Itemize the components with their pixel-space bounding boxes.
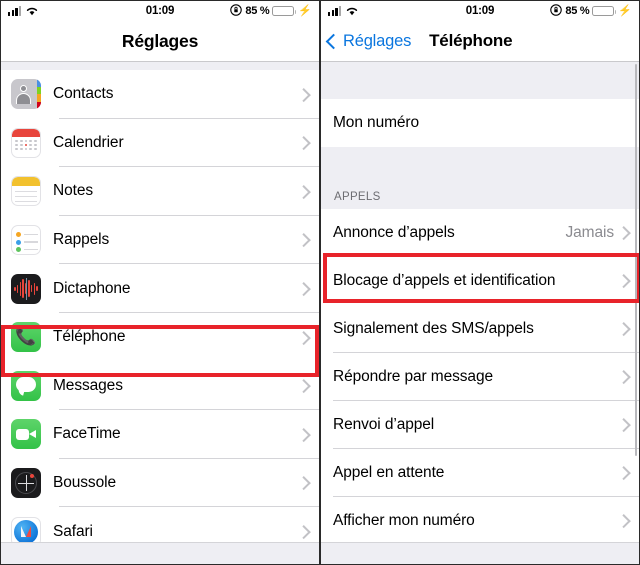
status-right-group: 85 % ⚡ [230, 3, 312, 19]
right-bottom-bar [321, 542, 639, 564]
lightning-bolt-icon: ⚡ [298, 4, 312, 17]
list-item-afficher-mon-numero[interactable]: Afficher mon numéro [321, 497, 639, 545]
back-button[interactable]: Réglages [321, 32, 411, 51]
facetime-app-icon [11, 419, 41, 450]
list-item-appel-en-attente[interactable]: Appel en attente [321, 449, 639, 497]
status-bar-right: 01:09 85 % ⚡ [321, 1, 639, 21]
list-top-gap [1, 62, 319, 70]
chevron-right-icon [616, 322, 630, 336]
row-label: FaceTime [53, 425, 121, 443]
row-label: Appel en attente [333, 464, 445, 481]
chevron-right-icon [296, 136, 310, 150]
row-label: Contacts [53, 85, 114, 103]
left-bottom-bar [1, 542, 319, 564]
orientation-lock-icon [230, 3, 243, 19]
chevron-right-icon [616, 370, 630, 384]
nav-bar-left: Réglages [1, 21, 319, 62]
row-label: Répondre par message [333, 368, 493, 385]
battery-percentage-left: 85 % [245, 5, 270, 17]
list-item-repondre-message[interactable]: Répondre par message [321, 353, 639, 401]
notes-app-icon [11, 176, 41, 207]
chevron-right-icon [296, 524, 310, 539]
panel-divider [319, 1, 321, 564]
chevron-right-icon [296, 330, 310, 344]
row-label: Dictaphone [53, 279, 131, 297]
phone-settings-list[interactable]: Mon numéro APPELS Annonce d’appels Jamai… [321, 62, 639, 564]
battery-icon [272, 5, 297, 17]
orientation-lock-icon [550, 3, 563, 19]
calendar-app-icon [11, 127, 41, 158]
chevron-left-icon [325, 33, 342, 49]
status-left-group [8, 6, 38, 16]
list-item-renvoi-appel[interactable]: Renvoi d’appel [321, 401, 639, 449]
cellular-signal-icon [8, 6, 22, 16]
right-phone-screen: 01:09 85 % ⚡ Réglages Téléphone Mon numé… [321, 1, 639, 564]
row-label: Boussole [53, 474, 116, 492]
status-left-group [328, 6, 358, 16]
section-header-appels: APPELS [321, 147, 639, 209]
chevron-right-icon [616, 226, 630, 240]
status-right-group: 85 % ⚡ [550, 3, 632, 19]
row-label: Renvoi d’appel [333, 416, 435, 433]
list-top-gap-right [321, 62, 639, 99]
sidebar-item-boussole[interactable]: Boussole [1, 458, 319, 508]
nav-bar-right: Réglages Téléphone [321, 21, 639, 62]
chevron-right-icon [616, 274, 630, 288]
compass-app-icon [11, 468, 41, 499]
chevron-right-icon [296, 476, 310, 490]
reminders-app-icon [11, 225, 41, 256]
chevron-right-icon [616, 418, 630, 432]
chevron-right-icon [616, 514, 630, 528]
back-button-label: Réglages [343, 31, 412, 50]
sidebar-item-messages[interactable]: Messages [1, 361, 319, 411]
row-label: Blocage d’appels et identification [333, 272, 556, 289]
list-item-signalement-sms[interactable]: Signalement des SMS/appels [321, 305, 639, 353]
status-bar-left: 01:09 85 % ⚡ [1, 1, 319, 21]
sidebar-item-contacts[interactable]: Contacts [1, 70, 319, 119]
row-label: Notes [53, 182, 93, 200]
row-label: Mon numéro [333, 114, 420, 131]
row-label: Messages [53, 376, 123, 394]
chevron-right-icon [296, 379, 310, 393]
contacts-app-icon [11, 79, 41, 110]
row-label: Signalement des SMS/appels [333, 320, 534, 337]
row-label: Afficher mon numéro [333, 512, 475, 529]
list-item-blocage-appels[interactable]: Blocage d’appels et identification [321, 257, 639, 305]
vertical-scrollbar[interactable] [634, 64, 637, 456]
page-title-right: Téléphone [429, 31, 513, 50]
row-label: Calendrier [53, 133, 124, 151]
row-value: Jamais [565, 224, 615, 241]
chevron-right-icon [296, 184, 310, 199]
sidebar-item-telephone[interactable]: 📞 Téléphone [1, 312, 319, 362]
list-item-annonce-appels[interactable]: Annonce d’appels Jamais [321, 209, 639, 257]
screenshot-root: 01:09 85 % ⚡ Réglages Contacts Calendrie… [0, 0, 640, 565]
chevron-right-icon [296, 87, 310, 102]
list-item-mon-numero[interactable]: Mon numéro [321, 99, 639, 147]
sidebar-item-notes[interactable]: Notes [1, 167, 319, 216]
battery-percentage-right: 85 % [565, 5, 590, 17]
row-label: Téléphone [53, 328, 126, 346]
left-phone-screen: 01:09 85 % ⚡ Réglages Contacts Calendrie… [1, 1, 319, 564]
wifi-icon [26, 6, 38, 16]
messages-app-icon [11, 370, 41, 401]
row-label: Annonce d’appels [333, 224, 455, 241]
chevron-right-icon [616, 466, 630, 480]
sidebar-item-calendrier[interactable]: Calendrier [1, 118, 319, 168]
sidebar-item-dictaphone[interactable]: Dictaphone [1, 264, 319, 313]
voice-memos-app-icon [11, 273, 41, 304]
battery-icon [592, 5, 617, 17]
settings-list[interactable]: Contacts Calendrier Notes Rappels Dictap… [1, 62, 319, 564]
row-label: Safari [53, 522, 93, 540]
page-title-left: Réglages [121, 30, 199, 51]
wifi-icon [346, 6, 358, 16]
cellular-signal-icon [328, 6, 342, 16]
row-label: Rappels [53, 231, 110, 249]
chevron-right-icon [296, 281, 310, 296]
chevron-right-icon [296, 427, 310, 442]
lightning-bolt-icon: ⚡ [618, 4, 632, 17]
sidebar-item-facetime[interactable]: FaceTime [1, 410, 319, 459]
phone-app-icon: 📞 [11, 322, 41, 353]
chevron-right-icon [296, 233, 310, 247]
sidebar-item-rappels[interactable]: Rappels [1, 215, 319, 265]
